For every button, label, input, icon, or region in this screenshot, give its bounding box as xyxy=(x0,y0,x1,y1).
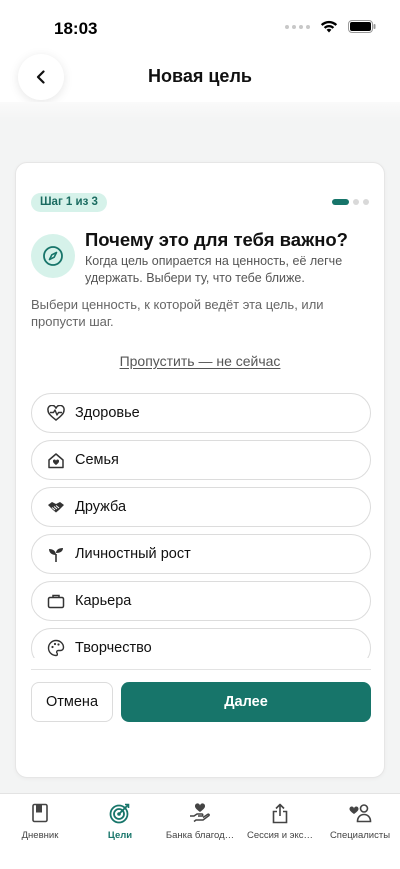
question-hint: Выбери ценность, к которой ведёт эта цел… xyxy=(31,297,324,329)
tab-label: Сессия и экс… xyxy=(246,830,314,841)
value-option-creativity[interactable]: Творчество xyxy=(31,628,371,658)
tab-gratitude-jar[interactable]: Банка благод… xyxy=(160,802,240,841)
handshake-icon xyxy=(46,497,66,517)
compass-icon xyxy=(31,234,75,278)
tab-session-export[interactable]: Сессия и экс… xyxy=(240,802,320,841)
step-badge: Шаг 1 из 3 xyxy=(31,193,107,212)
tab-diary[interactable]: Дневник xyxy=(0,802,80,841)
value-option-label: Дружба xyxy=(75,499,127,515)
value-option-family[interactable]: Семья xyxy=(31,440,371,480)
wifi-icon xyxy=(320,20,338,33)
battery-icon xyxy=(348,20,376,33)
tab-label: Цели xyxy=(107,830,133,841)
values-list: Здоровье Семья Дружба Личностный рост Ка… xyxy=(31,393,371,658)
signal-dots-icon xyxy=(285,24,310,29)
page-title: Новая цель xyxy=(148,66,252,86)
progress-step-1 xyxy=(332,199,349,205)
heart-pulse-icon xyxy=(46,403,66,423)
status-time: 18:03 xyxy=(54,19,98,38)
progress-step-3 xyxy=(363,199,369,205)
value-option-label: Карьера xyxy=(75,593,132,609)
nav-bar: Новая цель xyxy=(0,54,400,102)
status-bar: 18:03 xyxy=(0,0,400,54)
briefcase-icon xyxy=(46,591,66,611)
value-option-health[interactable]: Здоровье xyxy=(31,393,371,433)
tab-label: Дневник xyxy=(21,830,59,841)
tab-goals[interactable]: Цели xyxy=(80,802,160,841)
home-heart-icon xyxy=(46,450,66,470)
skip-link[interactable]: Пропустить — не сейчас xyxy=(16,353,384,369)
progress-step-2 xyxy=(353,199,359,205)
book-icon xyxy=(0,802,80,824)
share-icon xyxy=(240,802,320,824)
goal-wizard-card: Шаг 1 из 3 Почему это для тебя важно? Ко… xyxy=(15,162,385,778)
nav-shadow xyxy=(0,102,400,122)
cancel-button[interactable]: Отмена xyxy=(31,682,113,722)
value-option-label: Семья xyxy=(75,452,119,468)
tab-label: Специалисты xyxy=(329,830,391,841)
divider xyxy=(31,669,371,670)
tab-label: Банка благод… xyxy=(165,830,235,841)
gratitude-jar-icon xyxy=(160,802,240,824)
question-subtitle: Когда цель опирается на ценность, её лег… xyxy=(85,254,343,285)
target-icon xyxy=(80,802,160,824)
value-option-label: Творчество xyxy=(75,640,152,656)
tab-specialists[interactable]: Специалисты xyxy=(320,802,400,841)
next-button[interactable]: Далее xyxy=(121,682,371,722)
question-title: Почему это для тебя важно? xyxy=(85,229,348,250)
value-option-friendship[interactable]: Дружба xyxy=(31,487,371,527)
specialists-icon xyxy=(320,802,400,824)
sprout-icon xyxy=(46,544,66,564)
palette-icon xyxy=(46,638,66,658)
tab-bar: Дневник Цели Банка благод… Сессия и экс…… xyxy=(0,793,400,869)
step-progress xyxy=(332,199,369,205)
value-option-label: Здоровье xyxy=(75,405,140,421)
value-option-growth[interactable]: Личностный рост xyxy=(31,534,371,574)
status-icons xyxy=(285,20,376,33)
value-option-label: Личностный рост xyxy=(75,546,191,562)
value-option-career[interactable]: Карьера xyxy=(31,581,371,621)
